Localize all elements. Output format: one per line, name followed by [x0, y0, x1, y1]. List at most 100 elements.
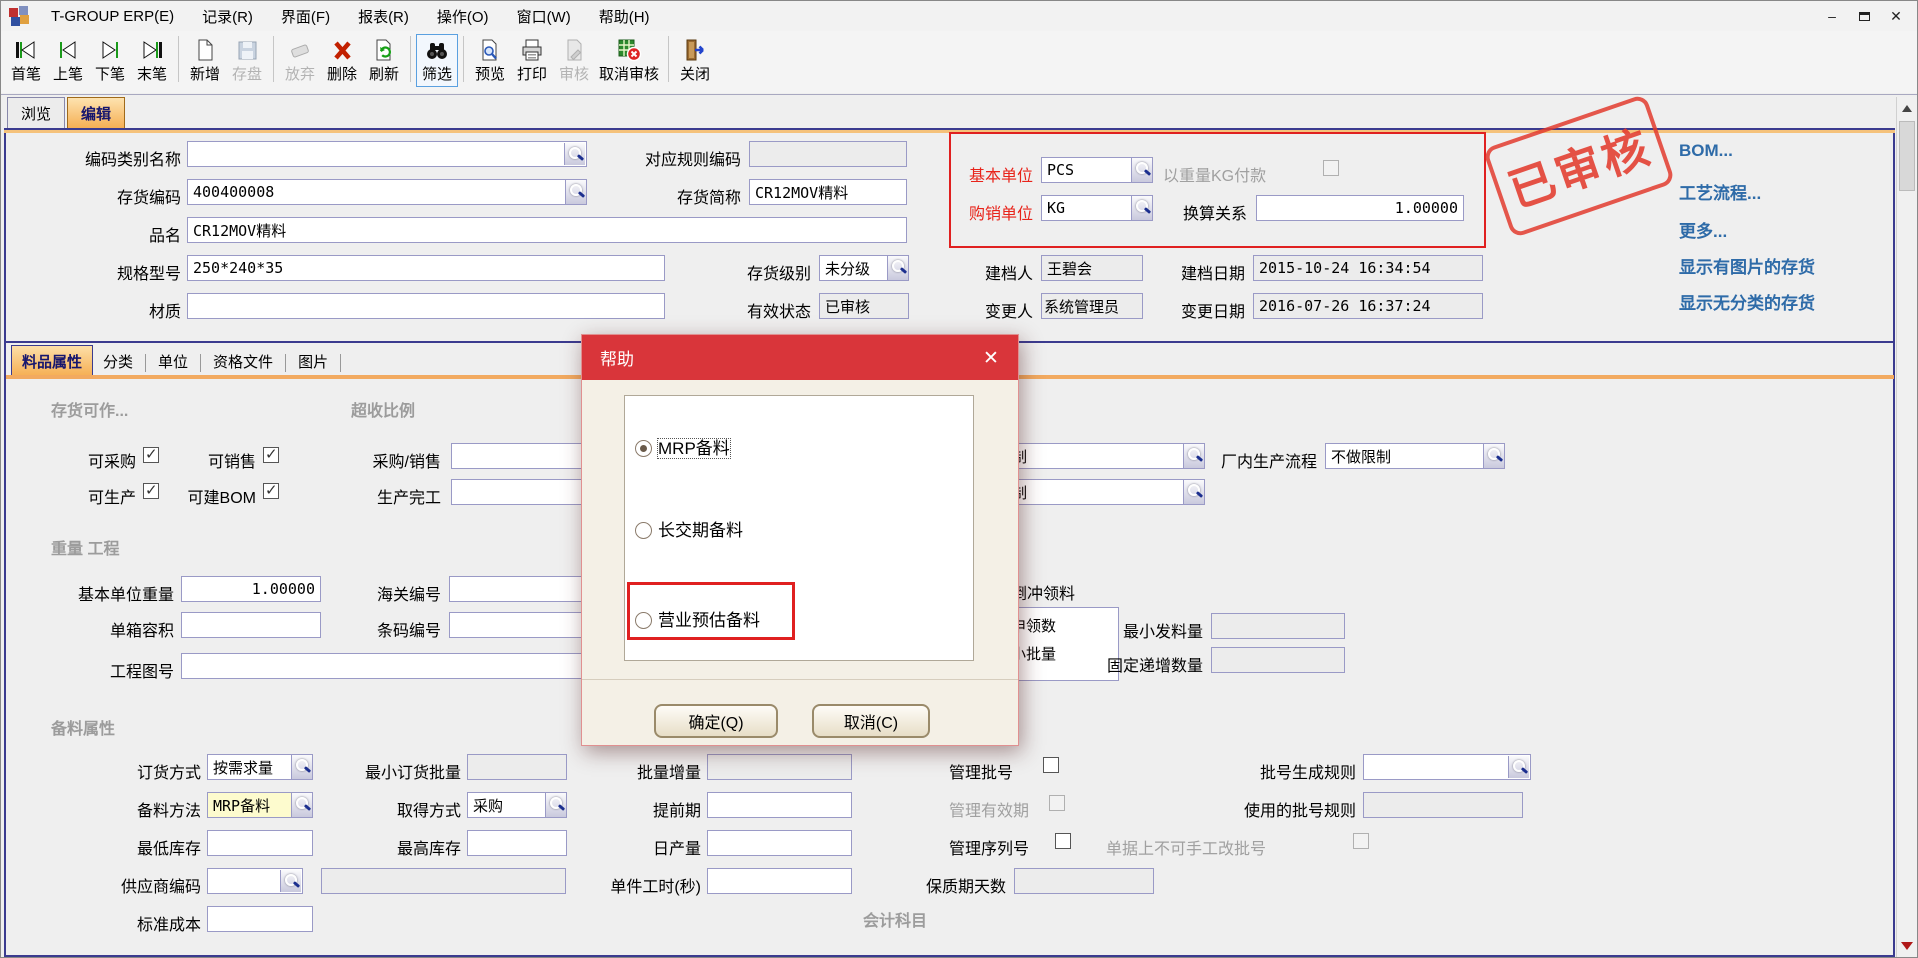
- toolbar-save[interactable]: 存盘: [226, 34, 268, 87]
- manage-batch-checkbox[interactable]: [1043, 757, 1059, 773]
- no-manual-batch-checkbox[interactable]: [1353, 833, 1369, 849]
- dialog-cancel-button[interactable]: 取消(C): [812, 704, 930, 738]
- toolbar-audit[interactable]: 审核: [553, 34, 595, 87]
- toolbar-filter[interactable]: 筛选: [416, 34, 458, 87]
- manage-validity-checkbox[interactable]: [1049, 795, 1065, 811]
- unit-time-field[interactable]: [707, 868, 852, 894]
- lookup-icon[interactable]: [887, 256, 908, 280]
- can-produce-checkbox[interactable]: [143, 483, 159, 499]
- min-stock-field[interactable]: [207, 830, 313, 856]
- product-name-field[interactable]: [187, 217, 907, 243]
- toolbar-next-record[interactable]: 下笔: [89, 34, 131, 87]
- lookup-icon[interactable]: [545, 793, 566, 817]
- vertical-scrollbar[interactable]: [1896, 97, 1917, 957]
- dialog-close-icon[interactable]: ✕: [978, 345, 1004, 371]
- can-sell-checkbox[interactable]: [263, 447, 279, 463]
- lookup-icon[interactable]: [1483, 444, 1504, 468]
- manage-serial-checkbox[interactable]: [1055, 833, 1071, 849]
- scrollbar-thumb[interactable]: [1899, 121, 1915, 191]
- lookup-icon[interactable]: [1131, 158, 1152, 182]
- lookup-icon[interactable]: [1131, 196, 1152, 220]
- toolbar-separator: [668, 36, 669, 82]
- std-cost-field[interactable]: [207, 906, 313, 932]
- menu-help[interactable]: 帮助(H): [585, 2, 664, 31]
- tab-unit[interactable]: 单位: [148, 346, 198, 378]
- menu-report[interactable]: 报表(R): [344, 2, 423, 31]
- create-date-label: 建档日期: [1159, 260, 1245, 284]
- supplier-code-field[interactable]: [207, 868, 303, 894]
- lookup-icon[interactable]: [291, 793, 312, 817]
- toolbar-print[interactable]: 打印: [511, 34, 553, 87]
- tab-category[interactable]: 分类: [93, 346, 143, 378]
- tab-browse[interactable]: 浏览: [7, 97, 65, 130]
- tab-images[interactable]: 图片: [288, 346, 338, 378]
- restore-button[interactable]: [1855, 7, 1873, 25]
- can-purchase-checkbox[interactable]: [143, 447, 159, 463]
- toolbar-preview[interactable]: 预览: [469, 34, 511, 87]
- toolbar-refresh[interactable]: 刷新: [363, 34, 405, 87]
- lookup-icon[interactable]: [1183, 444, 1204, 468]
- link-process-flow[interactable]: 工艺流程...: [1679, 179, 1761, 204]
- modify-date-label: 变更日期: [1159, 298, 1245, 322]
- toolbar-prev-record[interactable]: 上笔: [47, 34, 89, 87]
- menu-record[interactable]: 记录(R): [188, 2, 267, 31]
- link-show-items-with-images[interactable]: 显示有图片的存货: [1679, 253, 1815, 278]
- menu-app-title[interactable]: T-GROUP ERP(E): [37, 4, 188, 29]
- dialog-ok-button[interactable]: 确定(Q): [654, 704, 778, 738]
- link-more[interactable]: 更多...: [1679, 217, 1727, 242]
- item-short-label: 存货简称: [599, 184, 741, 208]
- minimize-button[interactable]: –: [1823, 7, 1841, 25]
- base-unit-weight-field[interactable]: [181, 576, 321, 602]
- toolbar-last-record[interactable]: 末笔: [131, 34, 173, 87]
- preview-icon: [478, 37, 502, 63]
- daily-output-field[interactable]: [707, 830, 852, 856]
- tab-item-attributes[interactable]: 料品属性: [11, 345, 93, 378]
- toolbar-add-new[interactable]: 新增: [184, 34, 226, 87]
- section-usable-as: 存货可作...: [51, 397, 128, 421]
- max-stock-field[interactable]: [467, 830, 567, 856]
- box-volume-field[interactable]: [181, 612, 321, 638]
- lead-time-field[interactable]: [707, 792, 852, 818]
- close-button[interactable]: ✕: [1887, 7, 1905, 25]
- toolbar-close[interactable]: 关闭: [674, 34, 716, 87]
- toolbar-delete[interactable]: 删除: [321, 34, 363, 87]
- can-build-bom-checkbox[interactable]: [263, 483, 279, 499]
- factory-flow-field[interactable]: [1325, 443, 1505, 469]
- lookup-icon[interactable]: [280, 870, 301, 892]
- lookup-icon[interactable]: [291, 755, 312, 779]
- lookup-icon[interactable]: [1508, 756, 1529, 778]
- dialog-titlebar[interactable]: 帮助: [582, 335, 1018, 380]
- option-long-lead-prep[interactable]: 长交期备料: [635, 516, 743, 541]
- lookup-icon[interactable]: [565, 180, 586, 204]
- nav-last-icon: [139, 37, 165, 63]
- detail-tabstrip: 料品属性 分类 单位 资格文件 图片: [11, 345, 343, 378]
- scroll-up-arrow[interactable]: [1897, 97, 1917, 119]
- spec-field[interactable]: [187, 255, 665, 281]
- toolbar-first-record[interactable]: 首笔: [5, 34, 47, 87]
- base-unit-weight-label: 基本单位重量: [41, 581, 174, 605]
- tab-qualification-files[interactable]: 资格文件: [203, 346, 283, 378]
- link-show-unclassified-items[interactable]: 显示无分类的存货: [1679, 289, 1815, 314]
- link-bom[interactable]: BOM...: [1679, 141, 1733, 161]
- menu-window[interactable]: 窗口(W): [503, 2, 585, 31]
- batch-rule-field[interactable]: [1363, 754, 1531, 780]
- menu-operation[interactable]: 操作(O): [423, 2, 503, 31]
- pay-by-kg-checkbox[interactable]: [1323, 160, 1339, 176]
- manage-serial-label: 管理序列号: [949, 835, 1049, 859]
- item-short-field[interactable]: [749, 179, 907, 205]
- manage-batch-label: 管理批号: [949, 759, 1039, 783]
- conversion-field[interactable]: [1256, 195, 1464, 221]
- toolbar-discard[interactable]: 放弃: [279, 34, 321, 87]
- lookup-icon[interactable]: [564, 143, 585, 165]
- item-code-field[interactable]: [187, 179, 587, 205]
- box-volume-label: 单箱容积: [41, 617, 174, 641]
- tab-edit[interactable]: 编辑: [67, 97, 125, 130]
- menu-interface[interactable]: 界面(F): [267, 2, 344, 31]
- toolbar-cancel-audit[interactable]: 取消审核: [595, 34, 663, 87]
- lookup-icon[interactable]: [1183, 480, 1204, 504]
- scroll-down-arrow[interactable]: [1897, 935, 1917, 957]
- min-order-qty-field: [467, 754, 567, 780]
- material-field[interactable]: [187, 293, 665, 319]
- option-mrp-prep[interactable]: MRP备料: [635, 434, 730, 459]
- coding-category-field[interactable]: [187, 141, 587, 167]
